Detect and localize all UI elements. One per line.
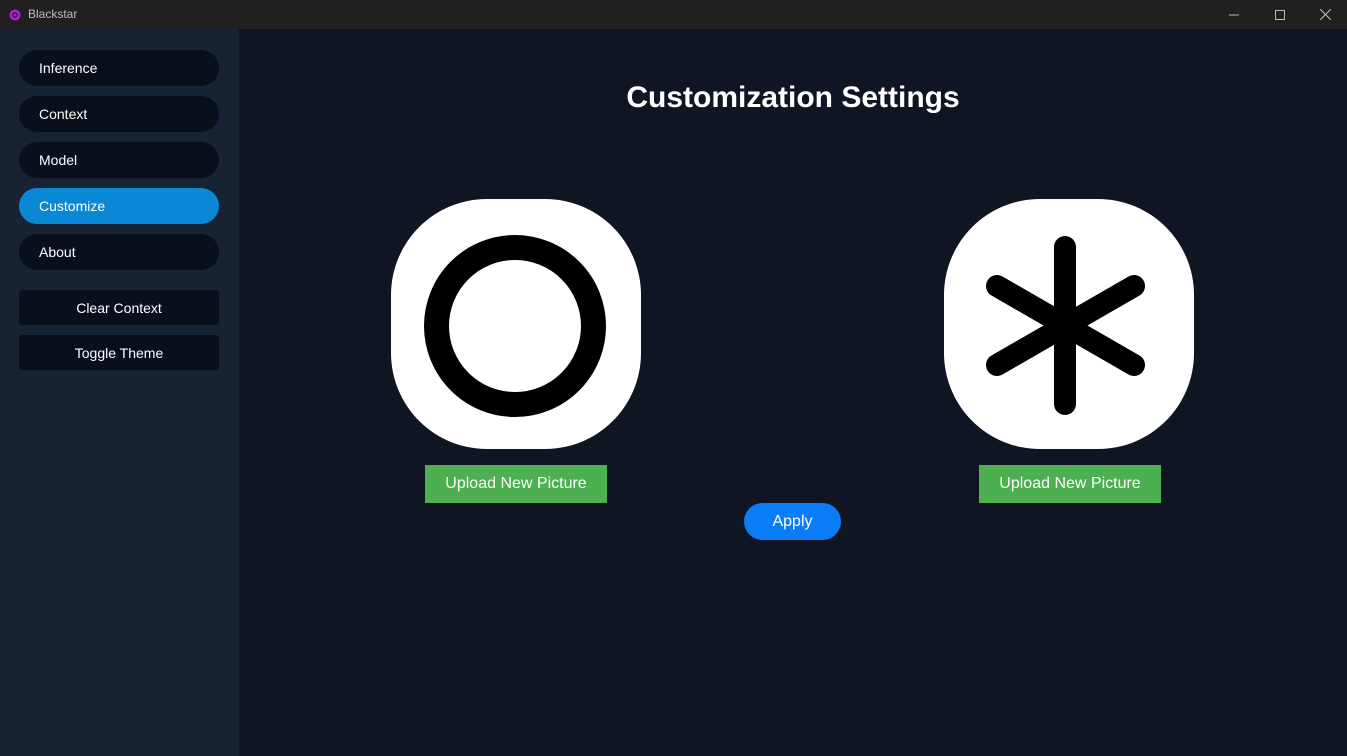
app-icon (9, 8, 21, 21)
window-title: Blackstar (28, 7, 78, 21)
main-panel: Customization Settings Upload New Pictur… (239, 29, 1347, 756)
close-button[interactable] (1302, 0, 1347, 29)
close-icon (1319, 9, 1331, 20)
maximize-button[interactable] (1257, 0, 1303, 29)
upload-assistant-picture-button[interactable]: Upload New Picture (979, 465, 1161, 503)
apply-button[interactable]: Apply (744, 503, 841, 540)
sidebar-item-context[interactable]: Context (19, 96, 219, 132)
assistant-avatar-preview (944, 199, 1194, 449)
window-titlebar: Blackstar (0, 0, 1347, 29)
asterisk-icon (986, 236, 1145, 415)
user-avatar-preview (391, 199, 641, 449)
sidebar: Inference Context Model Customize About … (0, 29, 239, 756)
page-title: Customization Settings (626, 81, 960, 114)
minimize-button[interactable] (1211, 0, 1257, 29)
toggle-theme-button[interactable]: Toggle Theme (19, 335, 219, 370)
minimize-icon (1229, 14, 1239, 15)
upload-user-picture-button[interactable]: Upload New Picture (425, 465, 607, 503)
sidebar-item-customize[interactable]: Customize (19, 188, 219, 224)
sidebar-item-model[interactable]: Model (19, 142, 219, 178)
maximize-icon (1275, 9, 1285, 20)
ring-icon (424, 235, 606, 417)
clear-context-button[interactable]: Clear Context (19, 290, 219, 325)
sidebar-item-inference[interactable]: Inference (19, 50, 219, 86)
sidebar-item-about[interactable]: About (19, 234, 219, 270)
